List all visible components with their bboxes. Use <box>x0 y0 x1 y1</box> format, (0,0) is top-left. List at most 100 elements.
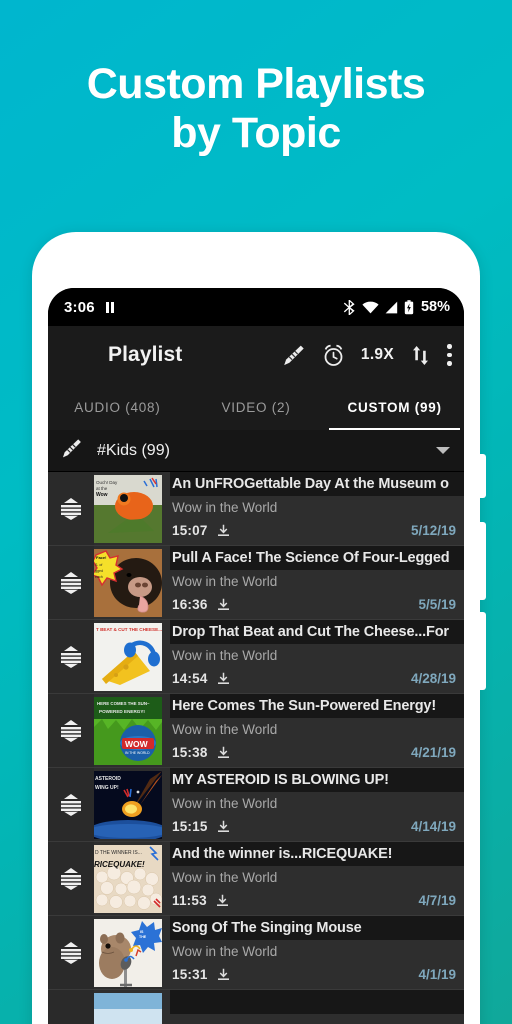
alarm-clock-icon[interactable] <box>322 344 345 367</box>
promo-headline-line2: by Topic <box>171 108 341 157</box>
svg-text:THE: THE <box>139 935 147 939</box>
chevron-down-icon[interactable] <box>436 447 450 454</box>
svg-text:S. of: S. of <box>95 563 102 567</box>
episode-title: Here Comes The Sun-Powered Energy! <box>170 694 464 718</box>
episode-author: Wow in the World <box>172 500 278 515</box>
overflow-menu-icon[interactable] <box>447 344 452 366</box>
episode-duration: 15:15 <box>172 819 208 834</box>
drag-handle-icon[interactable] <box>48 768 94 841</box>
phone-side-button-2[interactable] <box>479 522 486 600</box>
pause-icon <box>105 301 115 313</box>
table-row[interactable]: D THE WINNER IS... RICEQUAKE! And the win… <box>48 842 464 916</box>
drag-handle-icon[interactable] <box>48 842 94 915</box>
drag-handle-icon[interactable] <box>48 546 94 619</box>
app-toolbar: Playlist 1.9X <box>48 326 464 384</box>
status-bar-clock: 3:06 <box>64 298 95 316</box>
episode-thumbnail[interactable]: IS THE <box>94 919 162 987</box>
episode-date: 5/5/19 <box>418 597 456 612</box>
bluetooth-icon <box>343 299 356 315</box>
svg-text:WOW: WOW <box>125 739 149 749</box>
tab-video[interactable]: VIDEO (2) <box>187 384 326 430</box>
drag-handle-icon[interactable] <box>48 694 94 767</box>
download-icon[interactable] <box>217 524 230 537</box>
tag-pencil-icon <box>60 437 83 465</box>
episode-title: Song Of The Singing Mouse <box>170 916 464 940</box>
table-row[interactable]: T BEAT & CUT THE CHEESE... Drop That Bea… <box>48 620 464 694</box>
svg-text:WING UP!: WING UP! <box>95 785 119 791</box>
signal-icon <box>385 301 398 314</box>
episode-author: Wow in the World <box>172 870 278 885</box>
download-icon[interactable] <box>217 598 230 611</box>
episode-date: 4/21/19 <box>410 745 456 760</box>
episode-author: Wow in the World <box>172 648 278 663</box>
table-row[interactable] <box>48 990 464 1024</box>
episode-date: 4/7/19 <box>418 893 456 908</box>
svg-text:HERE COMES THE SUN–: HERE COMES THE SUN– <box>97 701 150 706</box>
svg-text:D THE WINNER IS...: D THE WINNER IS... <box>95 850 142 856</box>
playlist-selector[interactable]: #Kids (99) <box>48 430 464 472</box>
svg-text:IS: IS <box>140 930 144 934</box>
hamburger-menu-icon[interactable] <box>62 349 88 361</box>
episode-thumbnail[interactable]: ASTEROID WING UP! <box>94 771 162 839</box>
playlist-name-label: #Kids (99) <box>97 441 170 459</box>
page-title: Playlist <box>108 343 183 366</box>
episode-title: Drop That Beat and Cut The Cheese...For <box>170 620 464 644</box>
download-icon[interactable] <box>217 746 230 759</box>
phone-side-button-3[interactable] <box>479 612 486 690</box>
svg-text:Wow: Wow <box>96 492 108 498</box>
svg-text:POWERED ENERGY!: POWERED ENERGY! <box>99 709 145 714</box>
episode-duration: 15:38 <box>172 745 208 760</box>
episode-list[interactable]: Ouch! Day at the Wow An UnFROGettable Day … <box>48 472 464 1024</box>
episode-author: Wow in the World <box>172 944 278 959</box>
episode-title <box>170 990 464 1014</box>
table-row[interactable]: Face! S. of gged each Pull A Face! The Scie… <box>48 546 464 620</box>
episode-duration: 15:31 <box>172 967 208 982</box>
episode-date: 4/1/19 <box>418 967 456 982</box>
episode-thumbnail[interactable]: Ouch! Day at the Wow <box>94 475 162 543</box>
promo-headline: Custom Playlists by Topic <box>0 60 512 157</box>
phone-side-button-1[interactable] <box>479 454 486 498</box>
wifi-icon <box>362 301 379 314</box>
download-icon[interactable] <box>216 894 229 907</box>
episode-thumbnail[interactable]: D THE WINNER IS... RICEQUAKE! <box>94 845 162 913</box>
battery-icon <box>404 299 414 315</box>
drag-handle-icon[interactable] <box>48 620 94 693</box>
episode-author: Wow in the World <box>172 796 278 811</box>
download-icon[interactable] <box>217 820 230 833</box>
status-bar: 3:06 58% <box>48 288 464 326</box>
svg-text:at the: at the <box>96 486 108 491</box>
table-row[interactable]: IS THE Song Of The Singing Mouse Wow in t… <box>48 916 464 990</box>
episode-date: 4/28/19 <box>410 671 456 686</box>
tab-audio[interactable]: AUDIO (408) <box>48 384 187 430</box>
episode-duration: 16:36 <box>172 597 208 612</box>
playback-speed-label[interactable]: 1.9X <box>361 346 394 364</box>
battery-percent-label: 58% <box>420 299 450 315</box>
episode-duration: 11:53 <box>172 893 207 908</box>
phone-frame: 3:06 58% Playlist 1.9X AUDIO (408) VIDEO… <box>32 232 486 1024</box>
episode-title: Pull A Face! The Science Of Four-Legged <box>170 546 464 570</box>
episode-thumbnail[interactable]: T BEAT & CUT THE CHEESE... <box>94 623 162 691</box>
table-row[interactable]: Ouch! Day at the Wow An UnFROGettable Day … <box>48 472 464 546</box>
episode-title: MY ASTEROID IS BLOWING UP! <box>170 768 464 792</box>
drag-handle-icon[interactable] <box>48 990 94 1024</box>
episode-title: And the winner is...RICEQUAKE! <box>170 842 464 866</box>
tab-custom[interactable]: CUSTOM (99) <box>325 384 464 430</box>
drag-handle-icon[interactable] <box>48 916 94 989</box>
svg-text:Ouch! Day: Ouch! Day <box>96 480 118 485</box>
device-screen: 3:06 58% Playlist 1.9X AUDIO (408) VIDEO… <box>48 288 464 1024</box>
sort-arrows-icon[interactable] <box>410 344 431 367</box>
episode-author: Wow in the World <box>172 722 278 737</box>
tag-pencil-icon[interactable] <box>281 343 306 368</box>
download-icon[interactable] <box>217 672 230 685</box>
download-icon[interactable] <box>217 968 230 981</box>
table-row[interactable]: ASTEROID WING UP! MY ASTEROID IS BLOWING … <box>48 768 464 842</box>
episode-date: 5/12/19 <box>410 523 456 538</box>
episode-thumbnail[interactable]: HERE COMES THE SUN– POWERED ENERGY! WOW IN … <box>94 697 162 765</box>
svg-text:Face!: Face! <box>96 555 106 560</box>
episode-thumbnail[interactable] <box>94 993 162 1024</box>
table-row[interactable]: HERE COMES THE SUN– POWERED ENERGY! WOW IN … <box>48 694 464 768</box>
tab-bar: AUDIO (408) VIDEO (2) CUSTOM (99) <box>48 384 464 430</box>
svg-text:IN THE WORLD: IN THE WORLD <box>125 751 150 755</box>
episode-thumbnail[interactable]: Face! S. of gged each <box>94 549 162 617</box>
drag-handle-icon[interactable] <box>48 472 94 545</box>
